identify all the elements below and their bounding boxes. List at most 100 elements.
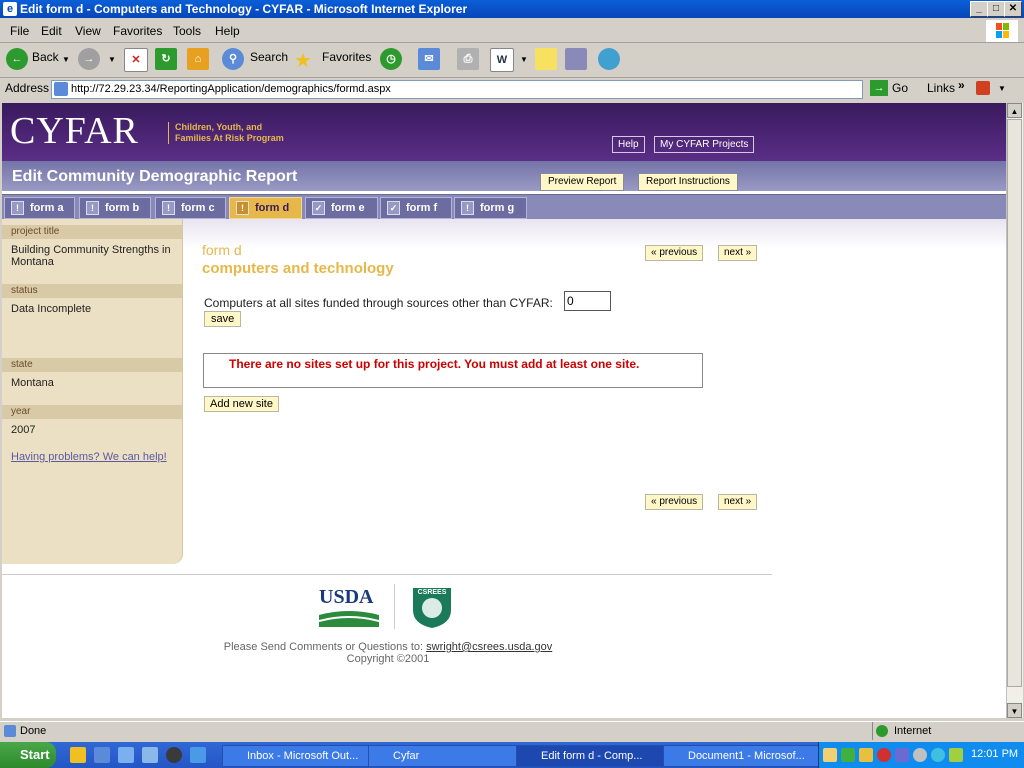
refresh-icon[interactable]: ↻ [155,48,177,70]
quicklaunch-desktop-icon[interactable] [94,747,110,763]
forward-arrow-icon[interactable]: → [78,48,100,70]
menu-view[interactable]: View [75,24,101,38]
task-document1[interactable]: Document1 - Microsof... [663,745,831,767]
tray-network-icon[interactable] [841,748,855,762]
menu-help[interactable]: Help [215,24,240,38]
favorites-button[interactable]: Favorites [322,50,371,64]
tray-antivirus-icon[interactable] [877,748,891,762]
help-link[interactable]: Having problems? We can help! [11,451,176,463]
cyfar-logo: CYFAR [10,110,139,152]
page-title: Edit Community Demographic Report [12,168,298,185]
copyright: Copyright ©2001 [346,653,430,665]
help-button[interactable]: Help [612,136,645,153]
taskbar: Start Inbox - Microsoft Out... Cyfar Edi… [0,742,1024,768]
menu-bar: File Edit View Favorites Tools Help [0,20,1024,43]
computers-input[interactable]: 0 [564,291,611,311]
back-arrow-icon[interactable]: ← [6,48,28,70]
edit-dropdown-icon[interactable]: ▼ [520,55,528,64]
address-label: Address [5,81,50,95]
project-title-value: Building Community Strengths in Montana [11,244,171,268]
print-icon[interactable]: ⎙ [457,48,479,70]
save-button[interactable]: save [204,311,242,327]
vertical-scrollbar[interactable]: ▲ ▼ [1006,103,1023,718]
previous-button-top[interactable]: « previous [645,245,704,261]
usda-wordmark: USDA [319,586,374,608]
tray-volume-icon[interactable] [913,748,927,762]
logo-tagline: Children, Youth, and Families At Risk Pr… [168,122,284,144]
next-button-bottom[interactable]: next » [718,494,758,510]
home-icon[interactable]: ⌂ [187,48,209,70]
task-edit-form-d[interactable]: Edit form d - Comp... [516,745,680,767]
my-projects-button[interactable]: My CYFAR Projects [654,136,755,153]
tab-label: form c [181,202,215,214]
scroll-up-icon[interactable]: ▲ [1007,103,1022,118]
chevron-more-icon[interactable]: » [958,78,965,92]
ie-icon: e [3,2,17,16]
search-icon[interactable]: ⚲ [222,48,244,70]
menu-tools[interactable]: Tools [173,24,201,38]
menu-file[interactable]: File [10,24,29,38]
form-subtitle: computers and technology [202,260,394,277]
warning-icon: ! [86,201,99,216]
quicklaunch-ie2-icon[interactable] [142,747,158,763]
start-button[interactable]: Start [0,742,56,768]
tray-display-icon[interactable] [895,748,909,762]
research-icon[interactable] [565,48,587,70]
previous-button-bottom[interactable]: « previous [645,494,704,510]
status-value: Data Incomplete [11,303,92,315]
internet-globe-icon [876,725,888,737]
quicklaunch-outlook-icon[interactable] [70,747,86,763]
next-button-top[interactable]: next » [718,245,758,261]
tab-form-f[interactable]: ✓ form f [380,197,452,219]
tagline-line-1: Children, Youth, and [175,122,263,132]
tab-form-c[interactable]: ! form c [155,197,226,219]
scroll-down-icon[interactable]: ▼ [1007,703,1022,718]
contact-email-link[interactable]: swright@csrees.usda.gov [426,641,552,653]
address-input[interactable]: http://72.29.23.34/ReportingApplication/… [51,80,863,99]
tray-mail-icon[interactable] [823,748,837,762]
toolbar-extension-icon[interactable] [976,81,990,95]
tray-power-icon[interactable] [949,748,963,762]
quicklaunch-ie3-icon[interactable] [190,747,206,763]
quicklaunch-media-icon[interactable] [166,747,182,763]
forward-dropdown-icon[interactable]: ▼ [108,55,116,64]
project-title-label: project title [2,225,182,239]
messenger-icon[interactable] [598,48,620,70]
extension-dropdown-icon[interactable]: ▼ [998,84,1006,93]
preview-report-button[interactable]: Preview Report [540,173,625,191]
minimize-button[interactable]: _ [970,1,988,17]
search-button[interactable]: Search [250,50,288,64]
close-button[interactable]: ✕ [1004,1,1022,17]
add-new-site-button[interactable]: Add new site [204,396,279,412]
history-icon[interactable]: ◷ [380,48,402,70]
tab-form-b[interactable]: ! form b [79,197,151,219]
tab-form-g[interactable]: ! form g [454,197,527,219]
tab-form-d[interactable]: ! form d [229,197,302,219]
tab-form-a[interactable]: ! form a [4,197,75,219]
task-inbox[interactable]: Inbox - Microsoft Out... [222,745,386,767]
tray-security-icon[interactable] [859,748,873,762]
mail-icon[interactable]: ✉ [418,48,440,70]
tab-form-e[interactable]: ✓ form e [305,197,378,219]
project-sidebar: project title Building Community Strengt… [2,219,183,564]
back-button[interactable]: Back [32,50,59,64]
go-button[interactable]: Go [892,81,908,95]
discuss-icon[interactable] [535,48,557,70]
tab-label: form a [30,202,64,214]
task-cyfar-folder[interactable]: Cyfar [368,745,532,767]
favorites-star-icon[interactable]: ★ [294,48,312,73]
report-instructions-button[interactable]: Report Instructions [638,173,738,191]
tray-update-icon[interactable] [931,748,945,762]
go-arrow-icon[interactable]: → [870,80,888,96]
stop-icon[interactable]: ✕ [124,48,148,72]
quicklaunch-ie-icon[interactable] [118,747,134,763]
menu-edit[interactable]: Edit [41,24,62,38]
maximize-button[interactable]: □ [987,1,1005,17]
menu-favorites[interactable]: Favorites [113,24,162,38]
warning-icon: ! [461,201,474,216]
back-dropdown-icon[interactable]: ▼ [62,55,70,64]
status-label: status [2,284,182,298]
scroll-thumb[interactable] [1007,119,1022,687]
edit-word-icon[interactable]: W [490,48,514,72]
links-button[interactable]: Links [927,81,955,95]
